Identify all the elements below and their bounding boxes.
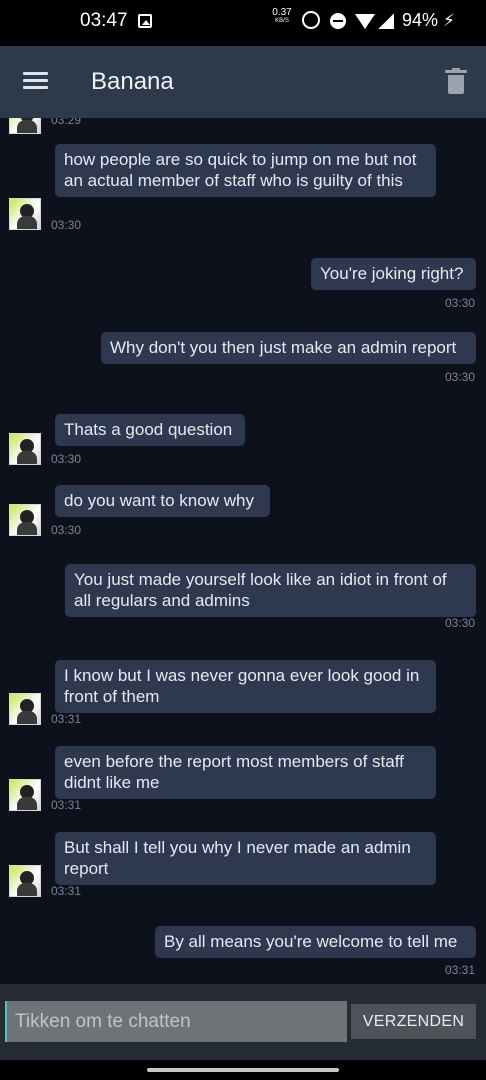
image-icon: [138, 14, 152, 28]
battery-level: 94%: [402, 10, 439, 30]
message-time: 03:30: [51, 218, 82, 232]
message-time: 03:31: [445, 963, 476, 977]
message-bubble-sent[interactable]: You're joking right?: [311, 258, 476, 290]
avatar: [9, 433, 41, 465]
avatar: [9, 118, 41, 134]
gesture-bar: [0, 1060, 486, 1080]
avatar: [9, 779, 41, 811]
network-speed: 0.37 KB/S: [272, 7, 292, 25]
message-bubble-received[interactable]: do you want to know why: [55, 485, 270, 517]
message-time: 03:29: [51, 118, 82, 127]
message-time: 03:31: [51, 712, 82, 726]
app-bar: Banana: [0, 46, 486, 118]
composer-bar: VERZENDEN: [0, 984, 486, 1060]
message-bubble-received[interactable]: even before the report most members of s…: [55, 746, 436, 799]
menu-icon[interactable]: [23, 72, 48, 90]
message-bubble-sent[interactable]: You just made yourself look like an idio…: [65, 564, 476, 617]
avatar: [9, 693, 41, 725]
message-bubble-received[interactable]: how people are so quick to jump on me bu…: [55, 144, 436, 197]
message-bubble-received[interactable]: I know but I was never gonna ever look g…: [55, 660, 436, 713]
message-bubble-received[interactable]: But shall I tell you why I never made an…: [55, 832, 436, 885]
avatar: [9, 504, 41, 536]
wifi-icon: [355, 14, 375, 29]
alarm-icon: [302, 11, 320, 29]
dnd-icon: [330, 13, 346, 29]
home-gesture-handle[interactable]: [147, 1068, 339, 1072]
send-button[interactable]: VERZENDEN: [351, 1004, 476, 1039]
message-time: 03:30: [51, 523, 82, 537]
avatar: [9, 865, 41, 897]
bolt-icon: ⚡: [443, 11, 455, 30]
message-bubble-sent[interactable]: By all means you're welcome to tell me: [155, 926, 476, 958]
message-time: 03:30: [445, 370, 476, 384]
message-bubble-sent[interactable]: Why don't you then just make an admin re…: [101, 332, 476, 364]
message-time: 03:30: [51, 452, 82, 466]
status-time: 03:47: [80, 10, 128, 31]
message-time: 03:30: [445, 616, 476, 630]
message-time: 03:31: [51, 798, 82, 812]
avatar: [9, 198, 41, 230]
chat-title: Banana: [91, 68, 174, 95]
message-list[interactable]: 03:29 how people are so quick to jump on…: [0, 118, 486, 984]
status-bar: 03:47 0.37 KB/S 94% ⚡: [0, 0, 486, 46]
message-time: 03:31: [51, 884, 82, 898]
trash-icon[interactable]: [445, 68, 467, 94]
chat-input[interactable]: [5, 1001, 347, 1042]
message-time: 03:30: [445, 296, 476, 310]
signal-icon: [378, 13, 394, 29]
message-bubble-received[interactable]: Thats a good question: [55, 414, 245, 446]
